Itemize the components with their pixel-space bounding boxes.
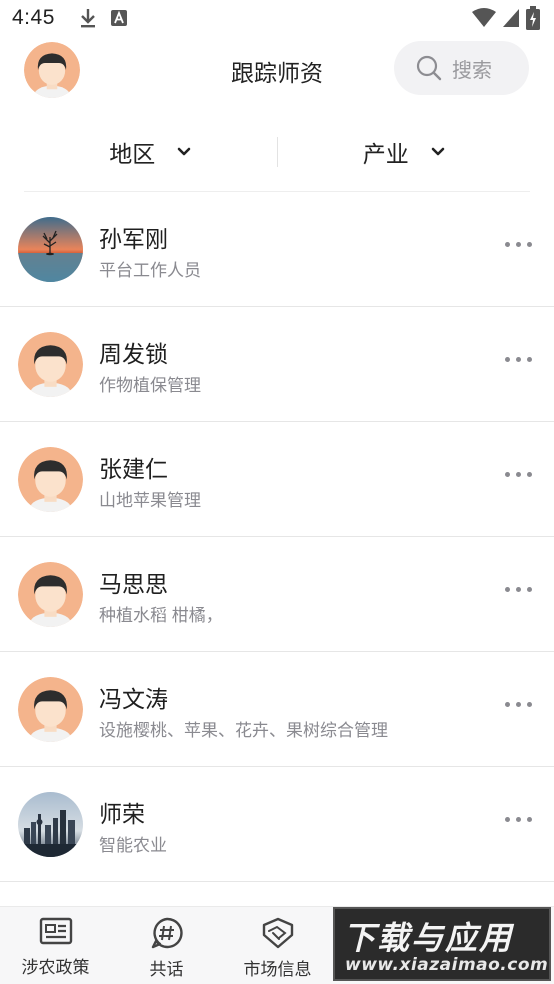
download-icon	[80, 9, 95, 28]
expert-name: 张建仁	[99, 456, 168, 482]
default-avatar-icon	[18, 447, 83, 512]
watermark-main-text: 下载与应用	[343, 919, 514, 957]
region-filter-label: 地区	[109, 140, 156, 167]
expert-desc: 设施樱桃、苹果、花卉、果树综合管理	[99, 721, 388, 740]
handshake-icon	[262, 917, 293, 949]
hashtag-chat-icon	[151, 917, 183, 949]
nav-label: 市场信息	[243, 960, 312, 979]
expert-name: 孙军刚	[99, 226, 168, 252]
search-button[interactable]: 搜索	[394, 41, 529, 95]
expert-desc: 智能农业	[99, 836, 167, 855]
more-options-icon[interactable]	[505, 702, 532, 707]
wifi-icon	[472, 8, 496, 27]
city-skyline-photo-icon	[18, 792, 83, 857]
chevron-down-icon	[177, 147, 191, 155]
status-time: 4:45	[12, 6, 55, 29]
more-options-icon[interactable]	[505, 587, 532, 592]
list-item[interactable]: 孙军刚 平台工作人员	[0, 192, 554, 307]
avatar	[18, 447, 83, 512]
default-avatar-icon	[18, 562, 83, 627]
more-options-icon[interactable]	[505, 472, 532, 477]
expert-name: 周发锁	[99, 341, 168, 367]
search-label: 搜索	[452, 59, 492, 82]
search-icon	[416, 55, 442, 81]
battery-icon	[526, 6, 540, 30]
policy-icon	[39, 917, 72, 945]
filter-bar: 地区 产业	[24, 112, 530, 192]
a-badge-icon	[110, 10, 127, 26]
chevron-down-icon	[431, 147, 445, 155]
header: 跟踪师资 搜索	[0, 36, 554, 106]
expert-name: 马思思	[99, 571, 168, 597]
list-item[interactable]: 周发锁 作物植保管理	[0, 307, 554, 422]
industry-filter[interactable]: 产业	[278, 112, 531, 191]
avatar	[18, 562, 83, 627]
status-bar: 4:45	[0, 0, 554, 36]
more-options-icon[interactable]	[505, 357, 532, 362]
expert-desc: 种植水稻 柑橘，	[99, 606, 223, 625]
more-options-icon[interactable]	[505, 242, 532, 247]
region-filter[interactable]: 地区	[24, 112, 277, 191]
signal-icon	[503, 9, 519, 27]
nav-label: 涉农政策	[21, 958, 90, 977]
expert-name: 冯文涛	[99, 686, 168, 712]
avatar	[18, 332, 83, 397]
expert-desc: 山地苹果管理	[99, 491, 201, 510]
watermark-logo: 下载与应用 www.xiazaimao.com	[333, 907, 551, 981]
list-item[interactable]: 师荣 智能农业	[0, 767, 554, 882]
expert-list: 孙军刚 平台工作人员 周发锁 作物植保管理 张建仁 山地苹果管理 马思思 种植水…	[0, 192, 554, 882]
more-options-icon[interactable]	[505, 817, 532, 822]
list-item[interactable]: 冯文涛 设施樱桃、苹果、花卉、果树综合管理	[0, 652, 554, 767]
nav-item-market[interactable]: 市场信息	[222, 907, 333, 984]
avatar	[18, 217, 83, 282]
sunset-tree-photo-icon	[18, 217, 83, 282]
default-avatar-icon	[18, 677, 83, 742]
avatar	[18, 792, 83, 857]
nav-item-policy[interactable]: 涉农政策	[0, 907, 111, 984]
nav-label: 共话	[149, 960, 184, 979]
watermark-sub-text: www.xiazaimao.com	[345, 955, 549, 975]
industry-filter-label: 产业	[362, 140, 409, 167]
expert-desc: 作物植保管理	[99, 376, 201, 395]
list-item[interactable]: 张建仁 山地苹果管理	[0, 422, 554, 537]
nav-item-chat[interactable]: 共话	[111, 907, 222, 984]
expert-name: 师荣	[99, 801, 145, 827]
expert-desc: 平台工作人员	[99, 261, 201, 280]
list-item[interactable]: 马思思 种植水稻 柑橘，	[0, 537, 554, 652]
default-avatar-icon	[18, 332, 83, 397]
avatar	[18, 677, 83, 742]
